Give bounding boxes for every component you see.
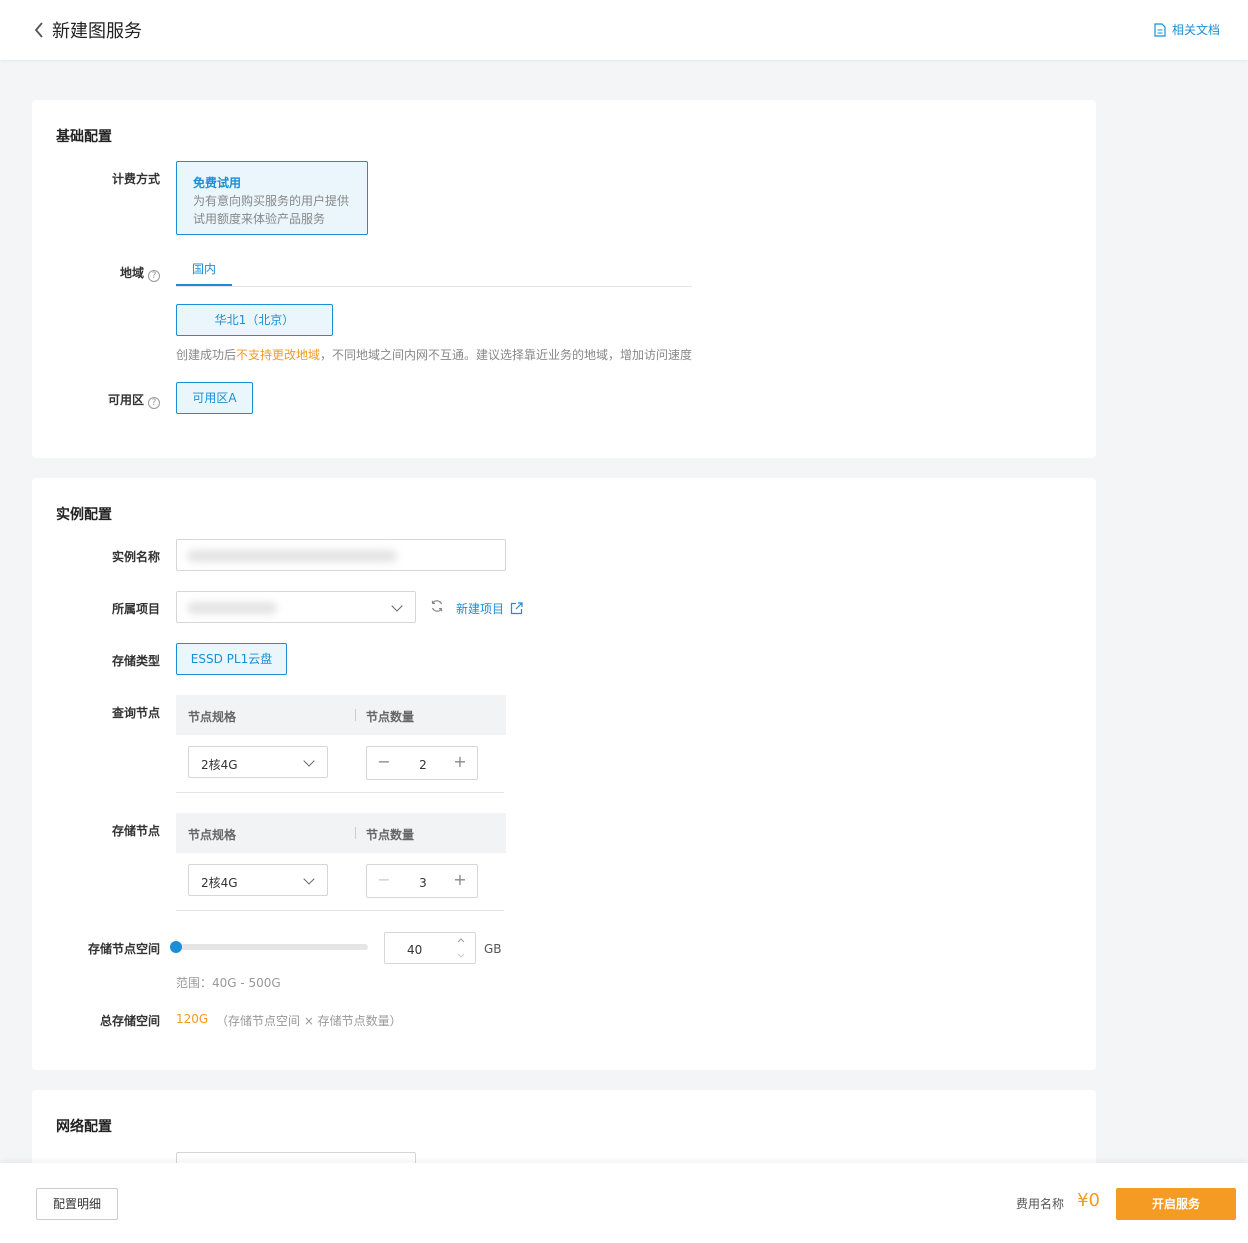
- project-label: 所属项目: [111, 602, 160, 616]
- query-spec-value: 2核4G: [201, 758, 238, 772]
- new-project-link[interactable]: 新建项目: [456, 600, 523, 617]
- query-node-table-header: 节点规格 节点数量: [176, 695, 506, 735]
- region-label-wrap: 地域?: [32, 264, 160, 282]
- region-label: 地域: [119, 266, 144, 280]
- basic-config-card: 基础配置 计费方式 免费试用 为有意向购买服务的用户提供 试用额度来体验产品服务…: [32, 100, 1096, 458]
- plus-icon[interactable]: +: [453, 872, 467, 888]
- total-space-formula: （存储节点空间 × 存储节点数量）: [216, 1014, 402, 1028]
- tab-domestic[interactable]: 国内: [176, 260, 232, 286]
- billing-label: 计费方式: [111, 172, 160, 186]
- region-hint-suffix: ，不同地域之间内网不互通。建议选择靠近业务的地域，增加访问速度: [320, 348, 693, 362]
- document-icon: [1154, 22, 1166, 37]
- page-title: 新建图服务: [52, 21, 142, 42]
- spinner-down-icon[interactable]: [457, 953, 465, 959]
- billing-option-desc-2: 试用额度来体验产品服务: [193, 212, 326, 226]
- instance-config-card: 实例配置 实例名称 所属项目 新建项目 存储类型 ESSD PL1云盘 查询节点…: [32, 478, 1096, 1070]
- zone-label: 可用区: [107, 393, 144, 407]
- storage-node-table-header: 节点规格 节点数量: [176, 813, 506, 853]
- instance-name-input[interactable]: [176, 539, 506, 571]
- back-arrow-icon[interactable]: [32, 18, 48, 42]
- zone-option-a[interactable]: 可用区A: [176, 382, 253, 414]
- total-space-label: 总存储空间: [99, 1014, 160, 1028]
- instance-name-label: 实例名称: [111, 550, 160, 564]
- docs-link-label: 相关文档: [1171, 23, 1220, 37]
- billing-option-free-trial[interactable]: 免费试用 为有意向购买服务的用户提供 试用额度来体验产品服务: [176, 161, 368, 235]
- storage-spec-value: 2核4G: [201, 876, 238, 890]
- region-hint-prefix: 创建成功后: [176, 348, 237, 362]
- space-label: 存储节点空间: [87, 942, 160, 956]
- chevron-down-icon: [303, 873, 315, 885]
- page-header: 新建图服务 相关文档: [0, 0, 1248, 60]
- region-hint-warning: 不支持更改地域: [236, 348, 321, 362]
- storage-type-option-label: ESSD PL1云盘: [190, 652, 273, 666]
- project-select[interactable]: [176, 591, 416, 623]
- billing-option-desc-1: 为有意向购买服务的用户提供: [193, 194, 350, 208]
- tab-divider: [176, 286, 692, 287]
- network-config-title: 网络配置: [56, 1119, 112, 1135]
- col-count-header: 节点数量: [366, 710, 415, 724]
- region-hint: 创建成功后不支持更改地域，不同地域之间内网不互通。建议选择靠近业务的地域，增加访…: [176, 346, 692, 363]
- space-unit: GB: [484, 942, 502, 956]
- storage-type-option[interactable]: ESSD PL1云盘: [176, 643, 287, 675]
- query-count-stepper[interactable]: − 2 +: [366, 746, 478, 780]
- basic-config-title: 基础配置: [56, 129, 112, 145]
- spinner-up-icon[interactable]: [457, 937, 465, 943]
- plus-icon[interactable]: +: [453, 754, 467, 770]
- storage-type-label: 存储类型: [111, 654, 160, 668]
- external-link-icon: [510, 602, 523, 615]
- refresh-icon[interactable]: [430, 599, 444, 613]
- help-icon[interactable]: ?: [148, 397, 160, 409]
- slider-handle[interactable]: [170, 941, 182, 953]
- storage-count-stepper[interactable]: − 3 +: [366, 864, 478, 898]
- help-icon[interactable]: ?: [148, 270, 160, 282]
- region-option-beijing[interactable]: 华北1（北京）: [176, 304, 333, 336]
- zone-option-label: 可用区A: [192, 391, 237, 405]
- instance-config-title: 实例配置: [56, 507, 112, 523]
- config-detail-button[interactable]: 配置明细: [36, 1188, 118, 1220]
- page-footer: 配置明细 费用名称 ¥0 开启服务: [0, 1163, 1248, 1243]
- blurred-value: [187, 550, 397, 562]
- col-spec-header: 节点规格: [188, 710, 237, 724]
- storage-node-label: 存储节点: [111, 824, 160, 838]
- chevron-down-icon: [303, 755, 315, 767]
- column-divider: [355, 709, 356, 721]
- billing-option-title: 免费试用: [193, 176, 242, 190]
- space-range-hint: 范围：40G - 500G: [176, 976, 281, 990]
- fee-label: 费用名称: [1015, 1197, 1064, 1211]
- space-slider[interactable]: [170, 941, 368, 953]
- docs-link[interactable]: 相关文档: [1154, 21, 1220, 38]
- space-value: 40: [407, 943, 423, 957]
- query-node-label: 查询节点: [111, 706, 160, 720]
- col-count-header: 节点数量: [366, 828, 415, 842]
- fee-value: ¥0: [1077, 1190, 1100, 1211]
- chevron-down-icon: [391, 600, 403, 612]
- new-project-label: 新建项目: [456, 602, 505, 616]
- total-space-value: 120G: [176, 1012, 209, 1026]
- blurred-value: [187, 602, 277, 614]
- open-service-button[interactable]: 开启服务: [1116, 1188, 1236, 1220]
- query-spec-select[interactable]: 2核4G: [188, 746, 328, 778]
- column-divider: [355, 827, 356, 839]
- tab-domestic-label: 国内: [191, 262, 216, 276]
- row-divider: [176, 910, 504, 911]
- storage-spec-select[interactable]: 2核4G: [188, 864, 328, 896]
- region-option-label: 华北1（北京）: [214, 313, 295, 327]
- zone-label-wrap: 可用区?: [32, 391, 160, 409]
- row-divider: [176, 792, 504, 793]
- space-number-input[interactable]: 40: [384, 932, 476, 964]
- col-spec-header: 节点规格: [188, 828, 237, 842]
